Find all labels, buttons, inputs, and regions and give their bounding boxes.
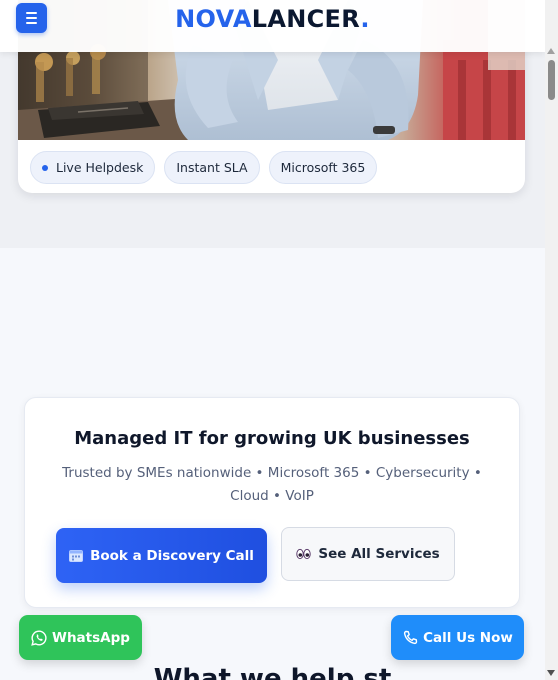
tag-microsoft-365: Microsoft 365 — [268, 151, 378, 184]
phone-icon — [404, 630, 418, 644]
tag-label: Instant SLA — [176, 160, 248, 175]
services-cta-card: Managed IT for growing UK businesses Tru… — [24, 397, 520, 608]
tag-label: Microsoft 365 — [280, 160, 366, 175]
tag-live-helpdesk: Live Helpdesk — [30, 151, 156, 184]
page-scrollbar[interactable] — [545, 0, 558, 680]
scrollbar-thumb[interactable] — [548, 60, 555, 100]
site-header: NOVALANCER. — [0, 0, 545, 52]
book-discovery-call-label: Book a Discovery Call — [90, 547, 254, 564]
site-logo[interactable]: NOVALANCER. — [0, 5, 545, 33]
whatsapp-button[interactable]: WhatsApp — [19, 615, 142, 660]
live-status-dot-icon — [42, 164, 48, 171]
logo-part-lancer: LANCER — [251, 5, 361, 33]
tag-label: Live Helpdesk — [56, 160, 144, 175]
see-all-services-label: See All Services — [318, 546, 440, 562]
call-us-now-button[interactable]: Call Us Now — [391, 615, 524, 660]
next-section-heading: What we help st — [153, 664, 392, 680]
scroll-up-arrow-icon[interactable] — [547, 48, 555, 54]
see-all-services-button[interactable]: See All Services — [281, 527, 455, 581]
whatsapp-icon — [31, 629, 47, 646]
cta-title: Managed IT for growing UK businesses — [74, 428, 470, 449]
scroll-down-arrow-icon[interactable] — [547, 670, 555, 676]
eyes-icon — [296, 548, 312, 560]
logo-part-nova: NOVA — [175, 5, 252, 33]
calendar-icon — [69, 550, 84, 562]
book-discovery-call-button[interactable]: Book a Discovery Call — [56, 528, 267, 583]
call-us-now-label: Call Us Now — [423, 629, 513, 646]
logo-dot: . — [360, 5, 370, 33]
whatsapp-label: WhatsApp — [52, 629, 130, 646]
feature-tags: Live Helpdesk Instant SLA Microsoft 365 — [30, 151, 378, 184]
tag-instant-sla: Instant SLA — [164, 151, 260, 184]
cta-subtitle: Trusted by SMEs nationwide • Microsoft 3… — [62, 465, 482, 504]
